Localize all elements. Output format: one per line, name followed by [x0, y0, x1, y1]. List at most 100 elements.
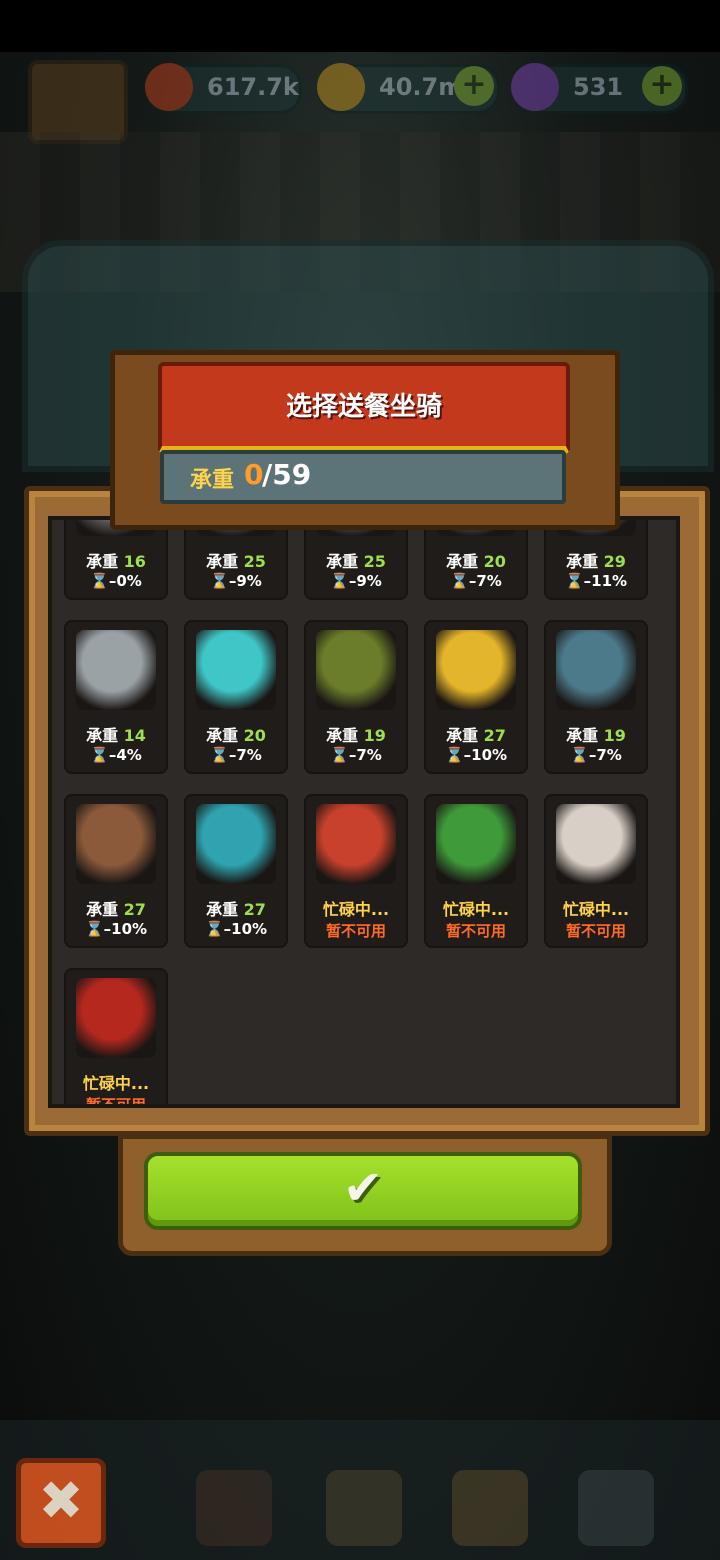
stat-value: 19 — [363, 726, 386, 745]
capacity-stat: 承重 16 — [64, 548, 168, 572]
capacity-stat: 承重 27 — [424, 722, 528, 746]
robot-cart-mount-icon — [76, 630, 156, 710]
potion-icon — [511, 63, 559, 111]
cyan-blob-mount-icon — [196, 630, 276, 710]
stat-value: 16 — [123, 552, 146, 571]
bubble-mount-icon — [556, 630, 636, 710]
fish-mount-icon — [196, 804, 276, 884]
mount-card[interactable]: 承重 19 ⌛–7% — [544, 620, 648, 774]
capacity-label: 承重 — [190, 468, 235, 493]
stat-label: 承重 — [566, 726, 599, 745]
mount-card[interactable]: 忙碌中... 暂不可用 — [544, 794, 648, 948]
demon-mount-icon — [76, 978, 156, 1058]
bag-tab-icon[interactable] — [452, 1470, 528, 1546]
coin-icon — [317, 63, 365, 111]
coins-value: 40.7m — [379, 73, 464, 101]
mount-card[interactable]: 承重 19 ⌛–7% — [304, 620, 408, 774]
checkmark-icon: ✔ — [342, 1160, 384, 1216]
capacity-stat: 承重 20 — [184, 722, 288, 746]
time-bonus: ⌛–10% — [84, 920, 148, 938]
lion-dance-mount-icon — [316, 804, 396, 884]
busy-label: 忙碌中... — [544, 896, 648, 920]
book-tab-icon[interactable] — [326, 1470, 402, 1546]
stat-value: 19 — [603, 726, 626, 745]
potions-value: 531 — [573, 73, 624, 101]
capacity-stat: 承重 19 — [304, 722, 408, 746]
map-tab-icon[interactable] — [578, 1470, 654, 1546]
stat-value: 25 — [363, 552, 386, 571]
mount-card[interactable]: 承重 14 ⌛–4% — [64, 620, 168, 774]
time-bonus: ⌛–7% — [570, 746, 622, 764]
eye-currency-icon — [145, 63, 193, 111]
mount-card[interactable]: 承重 27 ⌛–10% — [424, 620, 528, 774]
confirm-button[interactable]: ✔ — [144, 1152, 582, 1230]
mount-card[interactable]: 承重 20 ⌛–7% — [184, 620, 288, 774]
dialog-title: 选择送餐坐骑 — [285, 392, 442, 422]
tree-mount-icon — [316, 630, 396, 710]
stat-label: 承重 — [86, 900, 119, 919]
close-icon: ✖ — [38, 1469, 84, 1532]
add-coins-button[interactable]: + — [454, 66, 494, 106]
stat-label: 承重 — [86, 552, 119, 571]
stat-label: 忙碌中... — [562, 900, 630, 919]
mount-card[interactable]: 承重 27 ⌛–10% — [184, 794, 288, 948]
mount-list[interactable]: 承重 16 ⌛–0% 承重 25 ⌛–9% 承重 25 ⌛–9% 承重 20 ⌛–7% 承重 2… — [48, 516, 680, 1108]
time-bonus: ⌛–4% — [90, 746, 142, 764]
status-bar — [0, 0, 720, 52]
time-bonus: ⌛–10% — [444, 746, 508, 764]
time-bonus: ⌛–10% — [204, 920, 268, 938]
busy-label: 忙碌中... — [64, 1070, 168, 1094]
stat-label: 承重 — [446, 552, 479, 571]
rabbit-mount-icon — [556, 804, 636, 884]
stat-label: 承重 — [206, 552, 239, 571]
stat-value: 20 — [483, 552, 506, 571]
mount-card[interactable]: 承重 27 ⌛–10% — [64, 794, 168, 948]
stat-label: 承重 — [566, 552, 599, 571]
eyes-counter: 617.7k — [145, 63, 302, 114]
stat-label: 忙碌中... — [322, 900, 390, 919]
time-bonus: ⌛–7% — [330, 746, 382, 764]
mask-mount-icon — [76, 804, 156, 884]
yellow-beast-mount-icon — [436, 630, 516, 710]
close-button[interactable]: ✖ — [16, 1458, 106, 1548]
top-hud: 617.7k 40.7m + 531 + — [0, 52, 720, 144]
time-bonus: ⌛–0% — [90, 572, 142, 590]
mount-card[interactable]: 忙碌中... 暂不可用 — [64, 968, 168, 1108]
mount-card[interactable]: 忙碌中... 暂不可用 — [304, 794, 408, 948]
stat-label: 承重 — [446, 726, 479, 745]
stat-label: 忙碌中... — [82, 1074, 150, 1093]
stat-value: 27 — [483, 726, 506, 745]
eyes-value: 617.7k — [207, 73, 299, 101]
capacity-stat: 承重 19 — [544, 722, 648, 746]
stat-label: 承重 — [86, 726, 119, 745]
mount-card[interactable]: 忙碌中... 暂不可用 — [424, 794, 528, 948]
time-bonus: ⌛–7% — [210, 746, 262, 764]
capacity-bar: 承重 0 /59 — [160, 450, 566, 504]
busy-label: 忙碌中... — [424, 896, 528, 920]
stat-label: 承重 — [206, 726, 239, 745]
stat-label: 承重 — [326, 726, 359, 745]
chest-tab-icon[interactable] — [196, 1470, 272, 1546]
unavailable-label: 暂不可用 — [325, 922, 386, 940]
dragon-mount-icon — [436, 804, 516, 884]
stat-value: 14 — [123, 726, 146, 745]
stat-value: 27 — [243, 900, 266, 919]
busy-label: 忙碌中... — [304, 896, 408, 920]
capacity-stat: 承重 14 — [64, 722, 168, 746]
add-potions-button[interactable]: + — [642, 66, 682, 106]
unavailable-label: 暂不可用 — [445, 922, 506, 940]
stat-value: 20 — [243, 726, 266, 745]
capacity-max: /59 — [262, 458, 312, 491]
dialog-title-banner: 选择送餐坐骑 — [158, 362, 570, 454]
capacity-stat: 承重 27 — [184, 896, 288, 920]
stat-value: 27 — [123, 900, 146, 919]
capacity-stat: 承重 29 — [544, 548, 648, 572]
time-bonus: ⌛–7% — [450, 572, 502, 590]
time-bonus: ⌛–9% — [330, 572, 382, 590]
unavailable-label: 暂不可用 — [85, 1096, 146, 1108]
capacity-current: 0 — [244, 458, 264, 491]
stat-value: 25 — [243, 552, 266, 571]
stat-value: 29 — [603, 552, 626, 571]
capacity-stat: 承重 25 — [304, 548, 408, 572]
stat-label: 承重 — [326, 552, 359, 571]
